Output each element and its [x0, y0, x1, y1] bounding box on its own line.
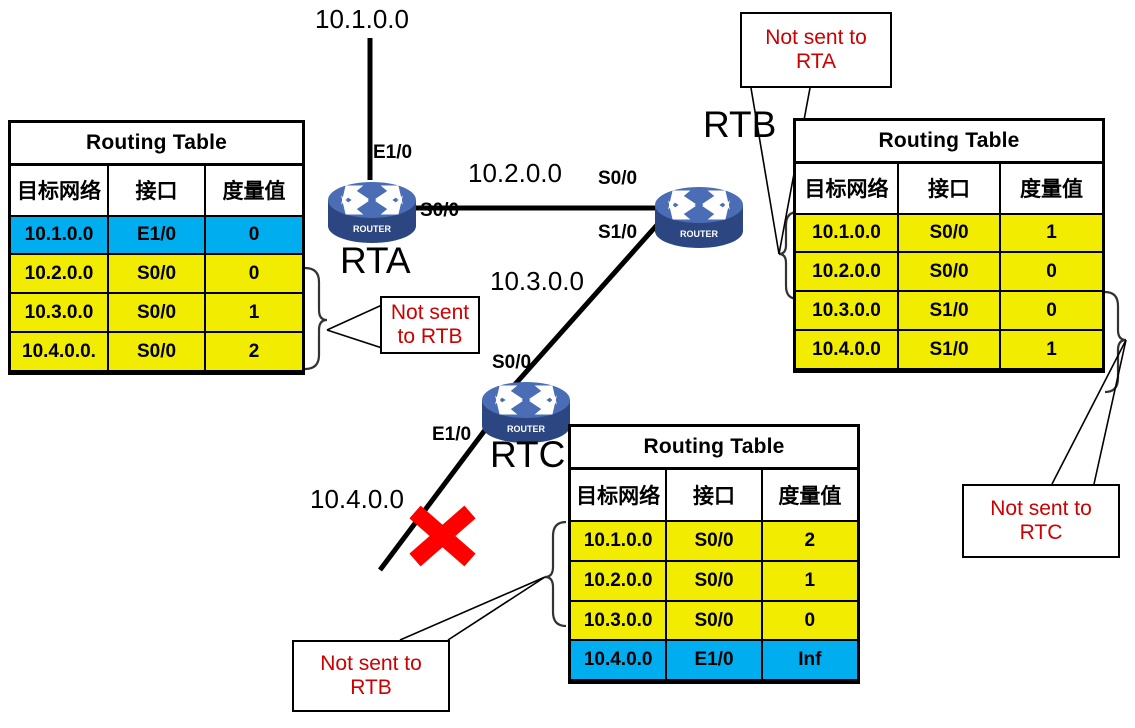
- header-destination: 目标网络: [11, 163, 109, 217]
- cell-interface: S0/0: [107, 253, 206, 295]
- router-icon-caption: ROUTER: [507, 424, 546, 434]
- routing-table-rta-title: Routing Table: [11, 123, 302, 166]
- routing-table-rta: Routing Table 目标网络 接口 度量值 10.1.0.0 E1/0 …: [8, 120, 305, 375]
- table-row[interactable]: 10.3.0.0 S0/0 0: [571, 599, 857, 642]
- table-row[interactable]: 10.1.0.0 S0/0 1: [796, 212, 1102, 254]
- note-not-sent-to-rtb-top: Not sent to RTB: [380, 296, 480, 354]
- brace-rtb-rows-right: [1104, 290, 1127, 394]
- cell-network: 10.3.0.0: [796, 290, 899, 332]
- table-row[interactable]: 10.2.0.0 S0/0 1: [571, 560, 857, 602]
- network-label-10-3-0-0: 10.3.0.0: [490, 266, 584, 296]
- routing-table-rtc-title: Routing Table: [571, 427, 857, 471]
- network-label-10-2-0-0: 10.2.0.0: [468, 158, 562, 188]
- cell-metric: 0: [204, 253, 302, 295]
- cell-interface: S1/0: [897, 290, 1001, 332]
- cell-metric: 0: [760, 599, 857, 642]
- header-destination: 目标网络: [571, 467, 668, 523]
- cell-interface: S0/0: [107, 331, 206, 372]
- cell-network: 10.3.0.0: [11, 292, 109, 334]
- cell-network: 10.2.0.0: [11, 253, 109, 295]
- cell-metric: 1: [204, 292, 302, 334]
- leader-rta-note-a: [326, 304, 383, 331]
- header-interface: 接口: [897, 161, 1001, 215]
- cell-network: 10.2.0.0: [796, 251, 899, 293]
- router-icon-caption: ROUTER: [680, 229, 719, 239]
- router-icon-caption: ROUTER: [353, 224, 392, 234]
- cell-metric: Inf: [760, 639, 857, 681]
- table-row[interactable]: 10.1.0.0 S0/0 2: [571, 520, 857, 563]
- table-row[interactable]: 10.4.0.0 E1/0 Inf: [571, 639, 857, 681]
- table-row[interactable]: 10.3.0.0 S1/0 0: [796, 290, 1102, 332]
- interface-label-rtb-s1-0: S1/0: [598, 222, 638, 243]
- routing-table-rtb-header-row: 目标网络 接口 度量值: [796, 161, 1102, 215]
- brace-rtc-rows: [544, 520, 567, 628]
- cell-metric: 2: [204, 331, 302, 372]
- table-row[interactable]: 10.2.0.0 S0/0 0: [11, 253, 302, 295]
- cell-metric: 1: [999, 329, 1102, 370]
- cell-metric: 0: [204, 214, 302, 256]
- cell-network: 10.1.0.0: [796, 212, 899, 254]
- cell-interface: E1/0: [107, 214, 206, 256]
- note-not-sent-to-rtb-bottom: Not sent to RTB: [292, 640, 450, 712]
- routing-table-rtc-header-row: 目标网络 接口 度量值: [571, 467, 857, 523]
- cell-network: 10.3.0.0: [571, 599, 668, 642]
- router-name-rtb: RTB: [703, 104, 777, 145]
- cell-interface: S0/0: [665, 599, 763, 642]
- table-row[interactable]: 10.4.0.0. S0/0 2: [11, 331, 302, 372]
- table-row[interactable]: 10.4.0.0 S1/0 1: [796, 329, 1102, 370]
- header-interface: 接口: [665, 467, 763, 523]
- table-row[interactable]: 10.1.0.0 E1/0 0: [11, 214, 302, 256]
- router-name-rta: RTA: [340, 240, 411, 281]
- leader-rta-note-b: [326, 329, 383, 349]
- header-destination: 目标网络: [796, 161, 899, 215]
- cell-metric: 0: [999, 251, 1102, 293]
- cell-metric: 1: [999, 212, 1102, 254]
- cell-interface: S0/0: [107, 292, 206, 334]
- cell-metric: 1: [760, 560, 857, 602]
- routing-table-rtb: Routing Table 目标网络 接口 度量值 10.1.0.0 S0/0 …: [793, 118, 1105, 373]
- cell-interface: E1/0: [665, 639, 763, 681]
- header-metric: 度量值: [204, 163, 302, 217]
- diagram-canvas: 10.1.0.0 10.2.0.0 10.3.0.0 10.4.0.0 E1/0…: [0, 0, 1135, 728]
- cell-metric: 0: [999, 290, 1102, 332]
- cell-network: 10.4.0.0.: [11, 331, 109, 372]
- router-icon-rtb[interactable]: ROUTER: [645, 175, 753, 260]
- cell-network: 10.1.0.0: [11, 214, 109, 256]
- header-metric: 度量值: [760, 467, 857, 523]
- cell-network: 10.4.0.0: [796, 329, 899, 370]
- network-label-10-4-0-0: 10.4.0.0: [310, 484, 404, 514]
- leader-rtc-bottom-b: [447, 576, 546, 641]
- note-not-sent-to-rtc: Not sent to RTC: [962, 484, 1120, 558]
- link-down-x-marker: [409, 505, 476, 567]
- table-row[interactable]: 10.3.0.0 S0/0 1: [11, 292, 302, 334]
- interface-label-rtb-s0-0: S0/0: [598, 168, 638, 189]
- routing-table-rta-header-row: 目标网络 接口 度量值: [11, 163, 302, 217]
- interface-label-rtc-e1-0: E1/0: [432, 424, 472, 445]
- cell-interface: S0/0: [665, 520, 763, 563]
- table-row[interactable]: 10.2.0.0 S0/0 0: [796, 251, 1102, 293]
- cell-interface: S0/0: [665, 560, 763, 602]
- cell-interface: S0/0: [897, 251, 1001, 293]
- cell-interface: S1/0: [897, 329, 1001, 370]
- header-metric: 度量值: [999, 161, 1102, 215]
- network-label-10-1-0-0: 10.1.0.0: [315, 4, 409, 34]
- cell-interface: S0/0: [897, 212, 1001, 254]
- cell-network: 10.4.0.0: [571, 639, 668, 681]
- routing-table-rtc: Routing Table 目标网络 接口 度量值 10.1.0.0 S0/0 …: [568, 424, 860, 684]
- interface-label-rta-e1-0: E1/0: [373, 142, 413, 163]
- cell-network: 10.2.0.0: [571, 560, 668, 602]
- note-not-sent-to-rta: Not sent to RTA: [740, 12, 892, 88]
- leader-rtc-bottom-a: [399, 576, 546, 641]
- router-name-rtc: RTC: [490, 434, 566, 475]
- brace-rta-rows: [304, 266, 328, 371]
- header-interface: 接口: [107, 163, 206, 217]
- cell-network: 10.1.0.0: [571, 520, 668, 563]
- link-line-10-3-0-0: [508, 214, 667, 392]
- routing-table-rtb-title: Routing Table: [796, 121, 1102, 164]
- cell-metric: 2: [760, 520, 857, 563]
